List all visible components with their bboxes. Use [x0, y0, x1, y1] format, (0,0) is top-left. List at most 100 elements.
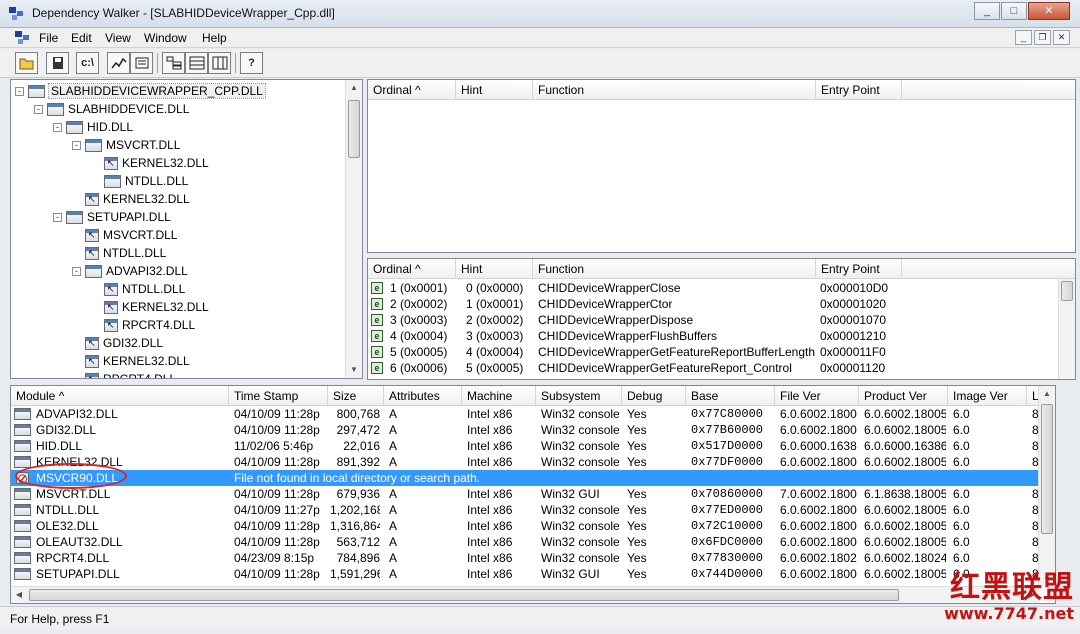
col-image-ver[interactable]: Image Ver [948, 386, 1027, 406]
module-cell: 563,712 [336, 535, 380, 549]
module-row[interactable]: OLE32.DLL 04/10/09 11:28p 1,316,864 A Intel … [11, 518, 1049, 534]
col-file-ver[interactable]: File Ver [775, 386, 859, 406]
expander-icon[interactable]: - [72, 140, 81, 150]
col-debug[interactable]: Debug [622, 386, 686, 406]
menu-file[interactable]: File [39, 31, 58, 45]
module-cell: A [389, 455, 398, 469]
export-row[interactable]: e 4 (0x0004) 3 (0x0003) CHIDDeviceWrapperFl… [368, 328, 1058, 344]
tree-node[interactable]: RPCRT4.DLL [72, 370, 176, 378]
menu-view[interactable]: View [105, 31, 131, 45]
expander-icon[interactable]: - [53, 212, 62, 222]
export-row[interactable]: e 5 (0x0005) 4 (0x0004) CHIDDeviceWrapperGe… [368, 344, 1058, 360]
scroll-down-icon[interactable]: ▼ [346, 362, 362, 378]
scroll-thumb[interactable] [1041, 404, 1053, 534]
export-row[interactable]: e 1 (0x0001) 0 (0x0000) CHIDDeviceWrapperCl… [368, 280, 1058, 296]
exports-vertical-scrollbar[interactable] [1058, 279, 1075, 379]
module-row-error[interactable]: MSVCR90.DLL File not found in local direc… [11, 470, 1040, 486]
module-horizontal-scrollbar[interactable]: ◀ ▶ [11, 586, 1040, 603]
col-function[interactable]: Function [533, 259, 816, 279]
module-icon [14, 440, 31, 452]
tree-node[interactable]: GDI32.DLL [72, 334, 163, 352]
list-view-button[interactable] [185, 52, 208, 74]
full-paths-button[interactable]: c:\ [76, 52, 99, 74]
export-row[interactable]: e 6 (0x0006) 5 (0x0005) CHIDDeviceWrapperGe… [368, 360, 1058, 376]
context-help-button[interactable]: ? [240, 52, 263, 74]
scroll-thumb[interactable] [1061, 281, 1073, 301]
tree-node[interactable]: MSVCRT.DLL [72, 226, 177, 244]
module-row[interactable]: HID.DLL 11/02/06 5:46p 22,016 A Intel x86 Win… [11, 438, 1049, 454]
col-product-ver[interactable]: Product Ver [859, 386, 948, 406]
expander-icon[interactable]: - [15, 86, 24, 96]
tree-node[interactable]: KERNEL32.DLL [91, 298, 209, 316]
exports-pane[interactable]: Ordinal ^ Hint Function Entry Point e 1 (… [367, 258, 1076, 380]
col-time-stamp[interactable]: Time Stamp [229, 386, 328, 406]
document-icon[interactable] [15, 31, 31, 45]
maximize-button[interactable]: □ [1001, 2, 1027, 20]
open-button[interactable] [15, 52, 38, 74]
tree-view-button[interactable] [162, 52, 185, 74]
tree-node[interactable]: - SLABHIDDEVICEWRAPPER_CPP.DLL [15, 82, 266, 100]
col-base[interactable]: Base [686, 386, 775, 406]
col-size[interactable]: Size [328, 386, 384, 406]
module-row[interactable]: ADVAPI32.DLL 04/10/09 11:28p 800,768 A Intel… [11, 406, 1049, 422]
col-module[interactable]: Module ^ [11, 386, 229, 406]
close-button[interactable]: ✕ [1028, 2, 1070, 20]
tree-node[interactable]: - SETUPAPI.DLL [53, 208, 171, 226]
tree-vertical-scrollbar[interactable]: ▲ ▼ [345, 80, 362, 378]
tree-node[interactable]: NTDLL.DLL [91, 280, 185, 298]
scroll-up-icon[interactable]: ▲ [1039, 386, 1055, 402]
expander-icon[interactable]: - [34, 104, 43, 114]
tree-node[interactable]: - MSVCRT.DLL [72, 136, 180, 154]
tree-node[interactable]: KERNEL32.DLL [91, 154, 209, 172]
mdi-restore-button[interactable]: ❐ [1034, 30, 1051, 45]
expander-icon[interactable]: - [72, 266, 81, 276]
col-machine[interactable]: Machine [462, 386, 536, 406]
module-list-pane[interactable]: Module ^ Time Stamp Size Attributes Machine S… [10, 385, 1056, 604]
expander-icon[interactable]: - [53, 122, 62, 132]
module-row[interactable]: GDI32.DLL 04/10/09 11:28p 297,472 A Intel x8… [11, 422, 1049, 438]
tree-node[interactable]: KERNEL32.DLL [72, 190, 190, 208]
mdi-minimize-button[interactable]: _ [1015, 30, 1032, 45]
menu-bar: File Edit View Window Help _ ❐ ✕ [0, 28, 1080, 48]
col-hint[interactable]: Hint [456, 259, 533, 279]
tree-node[interactable]: NTDLL.DLL [91, 172, 188, 190]
scroll-thumb[interactable] [29, 589, 899, 601]
col-function[interactable]: Function [533, 80, 816, 100]
menu-window[interactable]: Window [144, 31, 187, 45]
col-entry-point[interactable]: Entry Point [816, 80, 902, 100]
col-ordinal[interactable]: Ordinal ^ [368, 259, 456, 279]
module-row[interactable]: MSVCRT.DLL 04/10/09 11:28p 679,936 A Intel x… [11, 486, 1049, 502]
col-attributes[interactable]: Attributes [384, 386, 462, 406]
window-layout-button[interactable] [208, 52, 231, 74]
module-row[interactable]: SETUPAPI.DLL 04/10/09 11:28p 1,591,296 A Int… [11, 566, 1049, 582]
module-row[interactable]: OLEAUT32.DLL 04/10/09 11:28p 563,712 A Intel… [11, 534, 1049, 550]
menu-help[interactable]: Help [202, 31, 227, 45]
tree-node[interactable]: KERNEL32.DLL [72, 352, 190, 370]
module-row[interactable]: RPCRT4.DLL 04/23/09 8:15p 784,896 A Intel x8… [11, 550, 1049, 566]
col-subsystem[interactable]: Subsystem [536, 386, 622, 406]
parent-imports-pane[interactable]: Ordinal ^ Hint Function Entry Point [367, 79, 1076, 253]
export-row[interactable]: e 3 (0x0003) 2 (0x0002) CHIDDeviceWrapperDi… [368, 312, 1058, 328]
scroll-thumb[interactable] [348, 100, 360, 158]
export-row[interactable]: e 2 (0x0002) 1 (0x0001) CHIDDeviceWrapperCt… [368, 296, 1058, 312]
col-entry-point[interactable]: Entry Point [816, 259, 902, 279]
module-vertical-scrollbar[interactable]: ▲ ▼ [1038, 386, 1055, 588]
scroll-left-icon[interactable]: ◀ [11, 587, 27, 603]
properties-button[interactable] [130, 52, 153, 74]
module-row[interactable]: NTDLL.DLL 04/10/09 11:27p 1,202,168 A Intel … [11, 502, 1049, 518]
dependency-tree-pane[interactable]: - SLABHIDDEVICEWRAPPER_CPP.DLL - SLABHIDDEV… [10, 79, 363, 379]
tree-node[interactable]: - ADVAPI32.DLL [72, 262, 188, 280]
mdi-close-button[interactable]: ✕ [1053, 30, 1070, 45]
tree-node[interactable]: NTDLL.DLL [72, 244, 166, 262]
save-button[interactable] [46, 52, 69, 74]
scroll-up-icon[interactable]: ▲ [346, 80, 362, 96]
view-undecorated-button[interactable] [107, 52, 130, 74]
tree-node[interactable]: RPCRT4.DLL [91, 316, 195, 334]
tree-node[interactable]: - HID.DLL [53, 118, 133, 136]
module-row[interactable]: KERNEL32.DLL 04/10/09 11:28p 891,392 A Intel… [11, 454, 1049, 470]
col-ordinal[interactable]: Ordinal ^ [368, 80, 456, 100]
tree-node[interactable]: - SLABHIDDEVICE.DLL [34, 100, 189, 118]
col-hint[interactable]: Hint [456, 80, 533, 100]
menu-edit[interactable]: Edit [71, 31, 92, 45]
minimize-button[interactable]: _ [974, 2, 1000, 20]
